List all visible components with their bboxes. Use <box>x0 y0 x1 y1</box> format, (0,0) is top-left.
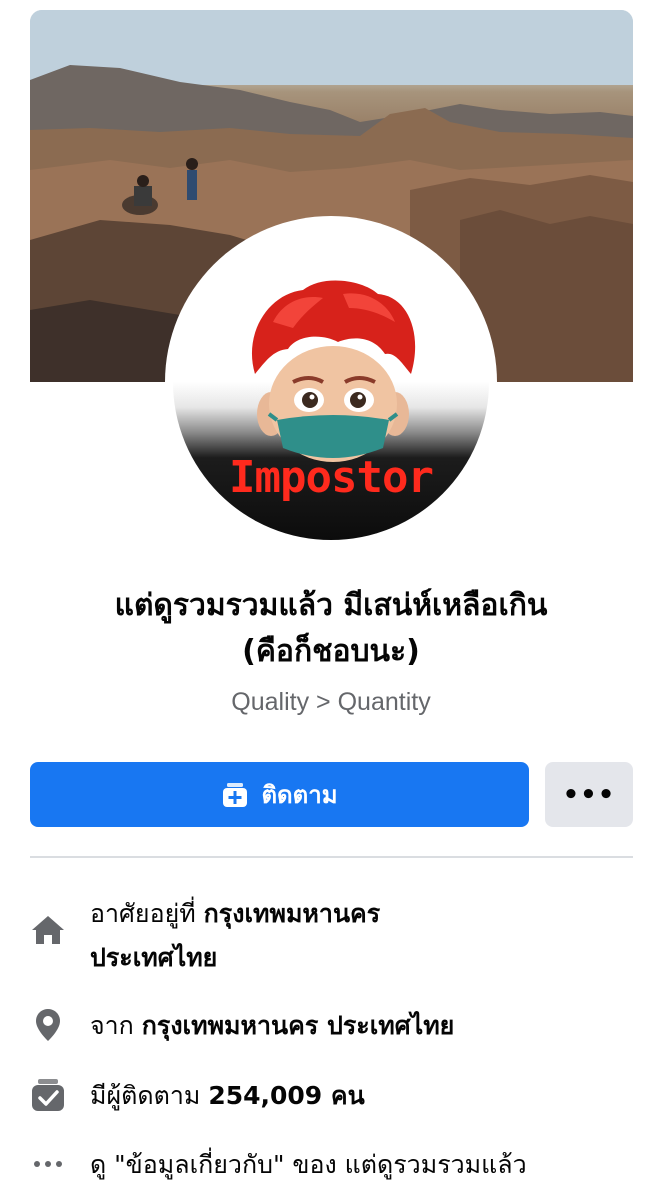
page-tagline: Quality > Quantity <box>231 688 431 716</box>
lives-country[interactable]: ประเทศไทย <box>90 943 217 972</box>
ellipsis-icon: ••• <box>562 779 616 810</box>
profile-avatar[interactable]: Impostor <box>173 224 489 540</box>
follow-label: ติดตาม <box>261 781 338 809</box>
followers-count: 254,009 คน <box>208 1081 365 1110</box>
lives-prefix: อาศัยอยู่ที่ <box>90 899 204 928</box>
lives-in-row: อาศัยอยู่ที่ กรุงเทพมหานคร ประเทศไทย <box>30 892 640 980</box>
page-name: แต่ดูรวมรวมแล้ว มีเสน่ห์เหลือเกิน (คือก็… <box>20 583 642 675</box>
ellipsis-icon <box>30 1146 66 1182</box>
followers-prefix: มีผู้ติดตาม <box>90 1081 209 1110</box>
page-name-line2: (คือก็ชอบนะ) <box>242 634 420 669</box>
about-link[interactable]: ดู "ข้อมูลเกี่ยวกับ" ของ แต่ดูรวมรวมแล้ว <box>90 1150 527 1179</box>
home-icon <box>30 912 66 948</box>
lives-city[interactable]: กรุงเทพมหานคร <box>204 899 381 928</box>
more-options-button[interactable]: ••• <box>545 762 633 827</box>
from-row: จาก กรุงเทพมหานคร ประเทศไทย <box>30 1004 640 1048</box>
from-place[interactable]: กรุงเทพมหานคร ประเทศไทย <box>142 1011 455 1040</box>
page-name-line1: แต่ดูรวมรวมแล้ว มีเสน่ห์เหลือเกิน <box>114 588 548 623</box>
about-row[interactable]: ดู "ข้อมูลเกี่ยวกับ" ของ แต่ดูรวมรวมแล้ว <box>30 1143 640 1187</box>
location-pin-icon <box>30 1007 66 1043</box>
from-prefix: จาก <box>90 1011 142 1040</box>
followers-check-icon <box>30 1077 66 1113</box>
follow-button[interactable]: ติดตาม <box>30 762 529 827</box>
section-divider <box>30 856 633 858</box>
followers-row: มีผู้ติดตาม 254,009 คน <box>30 1074 640 1118</box>
follow-plus-icon <box>221 781 249 809</box>
avatar-caption: Impostor <box>229 452 434 503</box>
